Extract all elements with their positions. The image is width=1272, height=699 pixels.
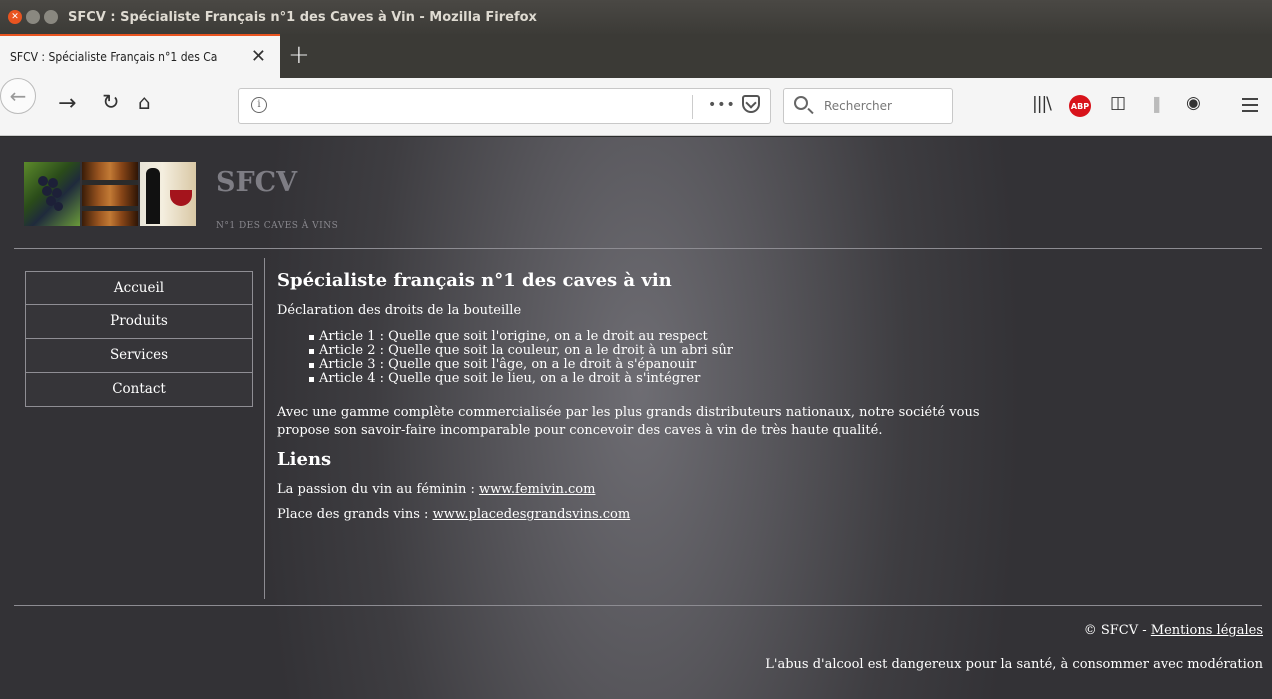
grapes-image (24, 162, 80, 226)
page-heading: Spécialiste français n°1 des caves à vin (277, 270, 672, 291)
search-bar[interactable] (783, 88, 953, 124)
copyright-text: © SFCV - (1083, 623, 1151, 638)
site-title: SFCV (216, 167, 298, 198)
wine-glass-image (140, 162, 196, 226)
link-femivin[interactable]: www.femivin.com (479, 482, 595, 497)
hamburger-menu-icon[interactable] (1242, 98, 1258, 112)
footer-copyright: © SFCV - Mentions légales (1084, 623, 1263, 638)
window-controls: ✕ (8, 10, 58, 24)
new-tab-icon[interactable]: + (288, 40, 310, 70)
url-bar[interactable]: i ••• (238, 88, 771, 124)
tab-close-icon[interactable]: ✕ (251, 46, 266, 67)
barrel-image (82, 162, 138, 226)
search-input[interactable] (824, 89, 944, 123)
navigation-toolbar: ← → ↻ ⌂ i ••• |||\ ABP ◫ ❚ ◉ (0, 78, 1272, 136)
link-placedesgrandsvins[interactable]: www.placedesgrandsvins.com (433, 507, 631, 522)
tab-label: SFCV : Spécialiste Français n°1 des Ca (10, 50, 218, 64)
web-page: SFCV N°1 DES CAVES À VINS Accueil Produi… (0, 137, 1272, 699)
link-line-placedesgrandsvins: Place des grands vins : www.placedesgran… (277, 507, 1057, 522)
account-icon[interactable]: ◉ (1186, 93, 1201, 113)
link-prefix: La passion du vin au féminin : (277, 482, 480, 497)
company-description: Avec une gamme complète commercialisée p… (277, 404, 1057, 440)
reload-icon[interactable]: ↻ (102, 90, 120, 114)
nav-item-produits[interactable]: Produits (25, 305, 253, 339)
column-divider (264, 258, 265, 599)
description-line: Avec une gamme complète commercialisée p… (277, 405, 980, 420)
nav-item-accueil[interactable]: Accueil (25, 271, 253, 305)
forward-arrow-icon[interactable]: → (58, 91, 76, 116)
library-icon[interactable]: |||\ (1032, 94, 1052, 114)
legal-notice-link[interactable]: Mentions légales (1151, 623, 1263, 638)
adblock-icon[interactable]: ABP (1069, 95, 1091, 117)
back-arrow-icon[interactable]: ← (0, 78, 36, 114)
list-item: Article 2 : Quelle que soit la couleur, … (309, 344, 1057, 358)
list-item: Article 4 : Quelle que soit le lieu, on … (309, 372, 1057, 386)
list-item: Article 1 : Quelle que soit l'origine, o… (309, 330, 1057, 344)
site-navigation: Accueil Produits Services Contact (25, 271, 253, 407)
window-title: SFCV : Spécialiste Français n°1 des Cave… (68, 9, 537, 25)
nav-item-services[interactable]: Services (25, 339, 253, 373)
window-maximize-button[interactable] (44, 10, 58, 24)
link-line-femivin: La passion du vin au féminin : www.femiv… (277, 482, 1057, 497)
search-icon (794, 96, 808, 110)
page-actions-icon[interactable]: ••• (708, 97, 736, 113)
pocket-icon[interactable] (742, 95, 760, 113)
site-logo (24, 162, 202, 230)
nav-item-contact[interactable]: Contact (25, 373, 253, 407)
window-close-button[interactable]: ✕ (8, 10, 22, 24)
description-line: propose son savoir-faire incomparable po… (277, 423, 883, 438)
alcohol-warning: L'abus d'alcool est dangereux pour la sa… (765, 657, 1263, 672)
site-tagline: N°1 DES CAVES À VINS (216, 221, 339, 231)
extension-icon[interactable]: ❚ (1150, 94, 1163, 113)
articles-list: Article 1 : Quelle que soit l'origine, o… (277, 330, 1057, 386)
home-icon[interactable]: ⌂ (138, 90, 151, 114)
intro-text: Déclaration des droits de la bouteille (277, 303, 522, 318)
list-item: Article 3 : Quelle que soit l'âge, on a … (309, 358, 1057, 372)
tab-strip: SFCV : Spécialiste Français n°1 des Ca ✕… (0, 34, 1272, 78)
header-divider (14, 248, 1262, 249)
links-heading: Liens (277, 449, 332, 470)
window-titlebar: ✕ SFCV : Spécialiste Français n°1 des Ca… (0, 0, 1272, 34)
window-minimize-button[interactable] (26, 10, 40, 24)
site-info-icon[interactable]: i (251, 97, 267, 113)
main-content: Spécialiste français n°1 des caves à vin… (277, 270, 1057, 522)
tab-active[interactable]: SFCV : Spécialiste Français n°1 des Ca ✕ (0, 34, 280, 78)
footer-divider (14, 605, 1262, 606)
link-prefix: Place des grands vins : (277, 507, 433, 522)
url-bar-divider (692, 95, 693, 119)
sidebar-icon[interactable]: ◫ (1110, 93, 1126, 113)
